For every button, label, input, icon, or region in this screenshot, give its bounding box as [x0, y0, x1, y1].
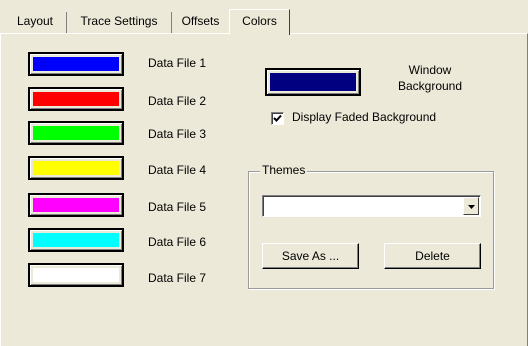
themes-select[interactable]: [262, 195, 481, 217]
window-background-swatch[interactable]: [265, 68, 361, 96]
tab-trace-settings[interactable]: Trace Settings: [67, 12, 172, 33]
data-file-5-swatch[interactable]: [28, 193, 124, 217]
tab-strip: Layout Trace Settings Offsets Colors: [0, 0, 528, 35]
data-file-6-label: Data File 6: [148, 235, 207, 249]
chevron-down-icon: [468, 205, 475, 209]
data-file-7-swatch[interactable]: [28, 263, 124, 287]
data-file-2-swatch[interactable]: [28, 87, 124, 111]
data-file-4-swatch[interactable]: [28, 156, 124, 180]
data-file-3-label: Data File 3: [148, 127, 207, 141]
data-file-7-label: Data File 7: [148, 271, 207, 285]
data-file-6-swatch[interactable]: [28, 228, 124, 252]
display-faded-label: Display Faded Background: [292, 110, 437, 124]
themes-groupbox: [248, 171, 494, 289]
tab-colors[interactable]: Colors: [229, 9, 290, 35]
data-file-1-swatch[interactable]: [28, 52, 124, 76]
window-background-label-line1: Window: [408, 63, 452, 77]
tab-layout[interactable]: Layout: [4, 12, 67, 33]
window-background-label-line2: Background: [397, 79, 463, 93]
display-faded-checkbox[interactable]: [271, 112, 284, 125]
window-background-label: Window Background: [380, 62, 480, 94]
data-file-2-label: Data File 2: [148, 94, 207, 108]
data-file-5-label: Data File 5: [148, 200, 207, 214]
delete-button[interactable]: Delete: [384, 243, 481, 269]
themes-group-title: Themes: [260, 163, 308, 177]
data-file-4-label: Data File 4: [148, 163, 207, 177]
tab-offsets[interactable]: Offsets: [172, 12, 229, 33]
save-as-button[interactable]: Save As ...: [262, 243, 359, 269]
themes-dropdown-button[interactable]: [463, 197, 479, 215]
data-file-3-swatch[interactable]: [28, 121, 124, 145]
data-file-1-label: Data File 1: [148, 56, 207, 70]
checkmark-icon: [273, 114, 282, 122]
